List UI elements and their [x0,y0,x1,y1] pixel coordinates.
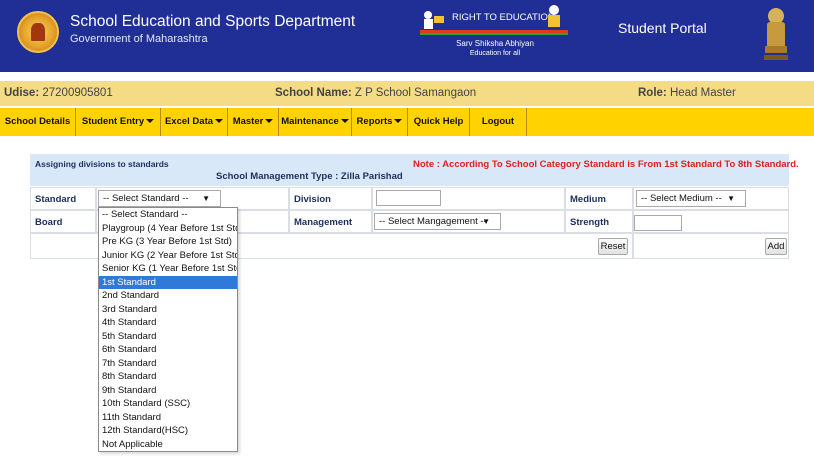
reset-button[interactable]: Reset [598,238,628,255]
division-input[interactable] [376,190,441,206]
standard-option[interactable]: 10th Standard (SSC) [99,397,237,411]
portal-name: Student Portal [618,20,707,36]
school-name-value: Z P School Samangaon [354,87,477,99]
school-name-label: School Name: [275,87,352,99]
menu-master[interactable]: Master [228,108,279,136]
government-subtitle: Government of Maharashtra [70,33,208,45]
menu-excel-data[interactable]: Excel Data [161,108,228,136]
medium-select[interactable]: -- Select Medium -- ▼ [636,190,746,207]
section-header: Assigning divisions to standards School … [30,154,799,186]
standard-option[interactable]: Senior KG (1 Year Before 1st Std) [99,262,237,276]
standard-option[interactable]: 7th Standard [99,357,237,371]
section-title: Assigning divisions to standards [35,159,169,169]
medium-label: Medium [565,187,633,210]
menu-school-details[interactable]: School Details [0,108,76,136]
strength-input[interactable] [634,215,682,231]
standard-option[interactable]: 1st Standard [99,275,237,289]
standard-option[interactable]: Playgroup (4 Year Before 1st Std) [99,222,237,236]
menu-maintenance[interactable]: Maintenance [279,108,352,136]
rte-subtitle: Sarv Shiksha Abhiyan [456,39,534,48]
standard-option[interactable]: 8th Standard [99,370,237,384]
school-name-info: School Name: Z P School Samangaon [275,87,476,99]
management-type: School Management Type : Zilla Parishad [216,171,403,182]
standard-option[interactable]: 4th Standard [99,316,237,330]
standard-option[interactable]: -- Select Standard -- [99,208,237,222]
main-menu: School Details Student Entry Excel Data … [0,108,814,136]
standard-option[interactable]: 6th Standard [99,343,237,357]
standard-dropdown-list: -- Select Standard -- Playgroup (4 Year B… [98,207,238,452]
caret-down-icon [394,119,403,124]
role-value: Head Master [669,87,736,99]
menu-student-entry[interactable]: Student Entry [76,108,161,136]
strength-label: Strength [565,210,633,233]
department-title: School Education and Sports Department [70,13,356,30]
maharashtra-seal-logo [17,11,59,53]
standard-option[interactable]: Pre KG (3 Year Before 1st Std) [99,235,237,249]
rte-stripe [420,33,568,35]
udise-label: Udise: [4,87,40,99]
division-label: Division [289,187,372,210]
role-label: Role: [638,87,667,99]
standard-option[interactable]: 12th Standard(HSC) [99,424,237,438]
standard-option[interactable]: Junior KG (2 Year Before 1st Std) [99,249,237,263]
menu-reports[interactable]: Reports [352,108,408,136]
management-label: Management [289,210,372,233]
chevron-down-icon: ▼ [202,194,210,203]
standard-option[interactable]: 2nd Standard [99,289,237,303]
role-info: Role: Head Master [638,87,736,99]
board-label: Board [30,210,96,233]
child-figure-icon [424,11,444,29]
standard-option[interactable]: 11th Standard [99,411,237,425]
child-figure-icon [548,5,560,27]
page: School Education and Sports Department G… [0,0,814,463]
chevron-down-icon: ▼ [727,194,735,203]
standard-label: Standard [30,187,96,210]
rte-logo: RIGHT TO EDUCATION Sarv Shiksha Abhiyan … [420,4,570,62]
menu-logout[interactable]: Logout [470,108,527,136]
standard-note: Note : According To School Category Stan… [413,159,799,170]
standard-option[interactable]: Not Applicable [99,438,237,452]
site-header: School Education and Sports Department G… [0,0,814,72]
standard-option[interactable]: 3rd Standard [99,303,237,317]
rte-tagline: Education for all [469,50,521,57]
caret-down-icon [215,119,224,124]
caret-down-icon [340,119,349,124]
add-button[interactable]: Add [765,238,787,255]
rte-title: RIGHT TO EDUCATION [452,12,555,23]
standard-option[interactable]: 5th Standard [99,330,237,344]
caret-down-icon [265,119,274,124]
school-info-bar: Udise: 27200905801 School Name: Z P Scho… [0,81,814,106]
standard-option[interactable]: 9th Standard [99,384,237,398]
menu-quick-help[interactable]: Quick Help [408,108,470,136]
udise-info: Udise: 27200905801 [4,87,113,99]
standard-select[interactable]: -- Select Standard -- ▼ [98,190,221,207]
udise-value: 27200905801 [42,87,113,99]
caret-down-icon [146,119,155,124]
management-select[interactable]: -- Select Mangagement -- ▼ [374,213,501,230]
national-emblem-icon [764,8,788,60]
chevron-down-icon: ▼ [482,217,490,226]
